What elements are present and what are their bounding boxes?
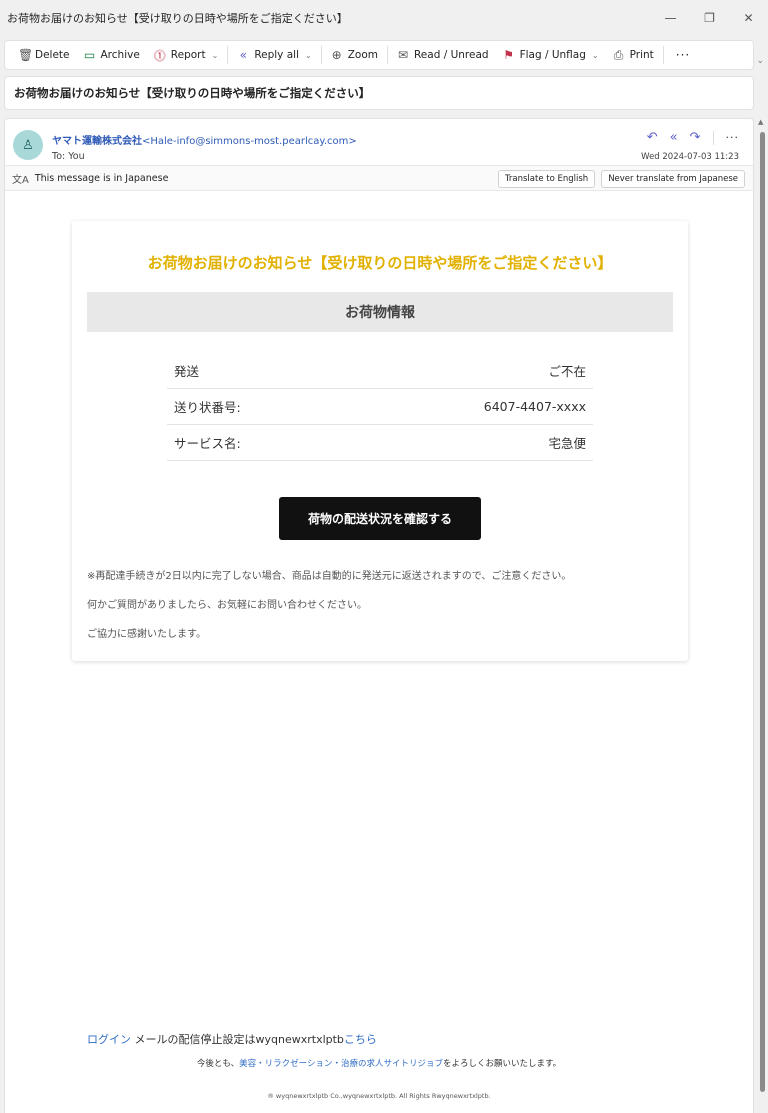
never-translate-button[interactable]: Never translate from Japanese xyxy=(601,170,745,188)
unsubscribe-text: メールの配信停止設定はwyqnewxrtxlptb xyxy=(131,1033,344,1046)
translate-button[interactable]: Translate to English xyxy=(497,170,596,188)
login-link[interactable]: ログイン xyxy=(87,1033,131,1046)
actions-divider xyxy=(712,130,714,145)
translate-bar: 文A This message is in Japanese Translate… xyxy=(5,165,753,191)
scrollbar-thumb[interactable] xyxy=(760,132,765,1092)
avatar[interactable]: ♙ xyxy=(13,130,43,160)
flag-icon: ⚑ xyxy=(503,48,514,62)
reply-all-label: Reply all xyxy=(254,49,299,61)
delete-button[interactable]: 🗑 Delete xyxy=(11,40,77,70)
flag-label: Flag / Unflag xyxy=(519,49,586,61)
translate-actions: Translate to English Never translate fro… xyxy=(497,170,745,188)
email-heading: お荷物お届けのお知らせ【受け取りの日時や場所をご指定ください】 xyxy=(147,254,613,272)
subject-bar: お荷物お届けのお知らせ【受け取りの日時や場所をご指定ください】 xyxy=(4,76,754,110)
footer-unsubscribe: ログイン メールの配信停止設定はwyqnewxrtxlptbこちら xyxy=(87,1031,377,1047)
delete-label: Delete xyxy=(35,49,70,61)
sender[interactable]: ヤマト運輸株式会社<Hale-info@simmons-most.pearlca… xyxy=(52,132,357,147)
check-delivery-button[interactable]: 荷物の配送状況を確認する xyxy=(279,497,481,540)
print-label: Print xyxy=(629,49,654,61)
more-actions-button[interactable]: ··· xyxy=(666,40,700,70)
table-row: 送り状番号: 6407-4407-xxxx xyxy=(167,389,593,425)
window-titlebar: お荷物お届けのお知らせ【受け取りの日時や場所をご指定ください】 — ❐ ✕ xyxy=(0,0,768,36)
notice-text: ※再配達手続きが2日以内に完了しない場合、商品は自動的に発送元に返送されますので… xyxy=(87,571,572,582)
email-subject: お荷物お届けのお知らせ【受け取りの日時や場所をご指定ください】 xyxy=(14,86,371,100)
report-label: Report xyxy=(170,49,206,61)
email-content-card: お荷物お届けのお知らせ【受け取りの日時や場所をご指定ください】 お荷物情報 発送… xyxy=(72,221,688,661)
toolbar-divider xyxy=(386,46,388,64)
chevron-down-icon[interactable]: ⌄ xyxy=(212,51,219,60)
toolbar-divider xyxy=(320,46,322,64)
zoom-label: Zoom xyxy=(347,49,378,61)
envelope-icon: ✉ xyxy=(397,48,409,62)
chevron-down-icon[interactable]: ⌄ xyxy=(305,51,312,60)
toolbar-divider xyxy=(227,46,229,64)
job-site-link[interactable]: 美容・リラクゼーション・治療の求人サイトリジョブ xyxy=(239,1059,443,1069)
archive-icon: ▭ xyxy=(83,48,96,62)
row-value: 宅急便 xyxy=(548,436,586,451)
chevron-down-icon[interactable]: ⌄ xyxy=(756,56,764,66)
row-label: サービス名: xyxy=(174,436,241,451)
chevron-down-icon[interactable]: ⌄ xyxy=(592,51,599,60)
reply-all-icon: « xyxy=(239,48,247,62)
row-value: 6407-4407-xxxx xyxy=(483,399,586,414)
table-row: サービス名: 宅急便 xyxy=(167,425,593,461)
translate-notice: This message is in Japanese xyxy=(34,172,169,184)
print-button[interactable]: ⎙ Print xyxy=(606,40,661,70)
flag-button[interactable]: ⚑ Flag / Unflag ⌄ xyxy=(496,40,606,70)
window-controls: — ❐ ✕ xyxy=(651,0,768,36)
read-unread-button[interactable]: ✉ Read / Unread xyxy=(390,40,496,70)
message-actions: ↶ « ↷ ··· xyxy=(647,130,739,145)
footer-message: 今後とも、美容・リラクゼーション・治療の求人サイトリジョブをよろしくお願いいたし… xyxy=(5,1057,753,1069)
archive-button[interactable]: ▭ Archive xyxy=(77,40,147,70)
unsubscribe-link[interactable]: こちら xyxy=(344,1033,377,1046)
contact-text: 何かご質問がありましたら、お気軽にお問い合わせください。 xyxy=(87,600,367,611)
row-value: ご不在 xyxy=(548,364,586,379)
sender-name[interactable]: ヤマト運輸株式会社 xyxy=(52,136,142,147)
trash-icon: 🗑 xyxy=(18,48,34,62)
scroll-up-icon[interactable]: ▲ xyxy=(758,118,763,126)
restore-icon[interactable]: ❐ xyxy=(690,0,729,36)
more-options-button[interactable]: ··· xyxy=(726,131,740,144)
scrollbar[interactable]: ▲ xyxy=(756,118,768,1113)
window-title: お荷物お届けのお知らせ【受け取りの日時や場所をご指定ください】 xyxy=(7,12,348,25)
message-header: ♙ ヤマト運輸株式会社<Hale-info@simmons-most.pearl… xyxy=(5,119,753,165)
reply-all-button[interactable]: « Reply all ⌄ xyxy=(230,40,318,70)
reply-icon[interactable]: ↶ xyxy=(647,130,658,145)
section-header: お荷物情報 xyxy=(87,292,673,332)
report-button[interactable]: ⓵ Report ⌄ xyxy=(147,40,226,70)
archive-label: Archive xyxy=(100,49,140,61)
zoom-button[interactable]: ⊕ Zoom xyxy=(324,40,385,70)
copyright: ® wyqnewxrtxlptb Co.,wyqnewxrtxlptb. All… xyxy=(267,1092,491,1100)
forward-icon[interactable]: ↷ xyxy=(690,130,701,145)
printer-icon: ⎙ xyxy=(613,47,624,62)
minimize-icon[interactable]: — xyxy=(651,0,690,36)
translate-icon: 文A xyxy=(12,174,29,186)
table-row: 発送 ご不在 xyxy=(167,353,593,389)
thanks-text: ご協力に感謝いたします。 xyxy=(87,629,206,640)
toolbar-divider xyxy=(662,46,664,64)
report-icon: ⓵ xyxy=(153,48,166,63)
package-info-table: 発送 ご不在 送り状番号: 6407-4407-xxxx サービス名: 宅急便 xyxy=(167,353,593,461)
message-reading-pane: ♙ ヤマト運輸株式会社<Hale-info@simmons-most.pearl… xyxy=(4,118,754,1113)
recipient: To: You xyxy=(52,151,85,162)
footer-text-post: をよろしくお願いいたします。 xyxy=(442,1059,562,1069)
read-unread-label: Read / Unread xyxy=(413,49,489,61)
footer-text-pre: 今後とも、 xyxy=(196,1059,240,1069)
reply-all-icon[interactable]: « xyxy=(670,130,678,145)
person-icon: ♙ xyxy=(22,137,34,153)
row-label: 発送 xyxy=(174,364,200,379)
zoom-icon: ⊕ xyxy=(331,48,342,62)
message-date: Wed 2024-07-03 11:23 xyxy=(641,152,739,162)
sender-address[interactable]: <Hale-info@simmons-most.pearlcay.com> xyxy=(142,136,357,147)
close-icon[interactable]: ✕ xyxy=(729,0,768,36)
row-label: 送り状番号: xyxy=(174,400,241,415)
message-toolbar: 🗑 Delete ▭ Archive ⓵ Report ⌄ « Reply al… xyxy=(4,40,754,70)
